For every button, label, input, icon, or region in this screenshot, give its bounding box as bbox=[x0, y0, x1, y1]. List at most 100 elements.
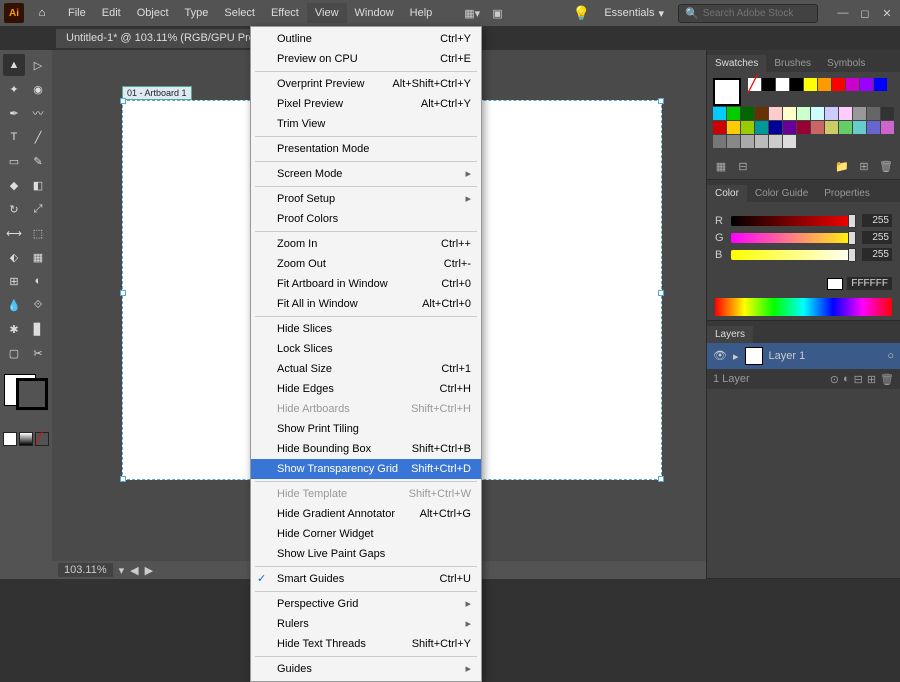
swatch-opts-icon[interactable]: ⊟ bbox=[735, 160, 751, 173]
g-value[interactable]: 255 bbox=[862, 231, 892, 244]
handle[interactable] bbox=[658, 290, 664, 296]
nav-next-icon[interactable]: ▶ bbox=[145, 564, 153, 577]
menu-item-proof-setup[interactable]: Proof Setup▸ bbox=[251, 189, 481, 209]
none-mode-icon[interactable]: ╱ bbox=[35, 432, 49, 446]
swatch[interactable] bbox=[769, 135, 782, 148]
swatch[interactable] bbox=[811, 121, 824, 134]
r-value[interactable]: 255 bbox=[862, 214, 892, 227]
swatch[interactable] bbox=[867, 107, 880, 120]
hex-value[interactable]: FFFFFF bbox=[847, 277, 892, 290]
curvature-tool[interactable]: 〰 bbox=[27, 102, 49, 124]
swatch[interactable] bbox=[811, 107, 824, 120]
swatch[interactable] bbox=[839, 121, 852, 134]
swatch[interactable] bbox=[818, 78, 831, 91]
nav-prev-icon[interactable]: ◀ bbox=[130, 564, 138, 577]
menu-item-show-print-tiling[interactable]: Show Print Tiling bbox=[251, 419, 481, 439]
layer-target-icon[interactable]: ○ bbox=[887, 350, 894, 362]
swatch[interactable] bbox=[846, 78, 859, 91]
swatch[interactable] bbox=[825, 121, 838, 134]
swatch[interactable] bbox=[741, 121, 754, 134]
swatch[interactable] bbox=[790, 78, 803, 91]
swatch[interactable] bbox=[797, 107, 810, 120]
visibility-icon[interactable]: 👁 bbox=[713, 349, 727, 363]
arrange-docs-icon[interactable]: ▦▾ bbox=[464, 7, 480, 20]
delete-swatch-icon[interactable]: 🗑 bbox=[878, 160, 894, 173]
artboard-tool[interactable]: ▢ bbox=[3, 342, 25, 364]
swatch[interactable] bbox=[853, 121, 866, 134]
registration-swatch[interactable] bbox=[762, 78, 775, 91]
menu-window[interactable]: Window bbox=[347, 3, 402, 23]
menu-item-pixel-preview[interactable]: Pixel PreviewAlt+Ctrl+Y bbox=[251, 94, 481, 114]
new-layer-icon[interactable]: ⊞ bbox=[867, 373, 876, 386]
swatch[interactable] bbox=[755, 121, 768, 134]
artboard-label[interactable]: 01 - Artboard 1 bbox=[122, 86, 192, 100]
graph-tool[interactable]: ▊ bbox=[27, 318, 49, 340]
pen-tool[interactable]: ✒ bbox=[3, 102, 25, 124]
swatch[interactable] bbox=[797, 121, 810, 134]
menu-item-lock-slices[interactable]: Lock Slices bbox=[251, 339, 481, 359]
swatch[interactable] bbox=[755, 107, 768, 120]
new-group-icon[interactable]: 📁 bbox=[834, 160, 850, 173]
zoom-level[interactable]: 103.11% bbox=[58, 563, 113, 577]
menu-item-show-live-paint-gaps[interactable]: Show Live Paint Gaps bbox=[251, 544, 481, 564]
swatch[interactable] bbox=[769, 121, 782, 134]
layer-expand-icon[interactable]: ▸ bbox=[733, 350, 739, 363]
tab-properties[interactable]: Properties bbox=[816, 185, 878, 202]
tab-brushes[interactable]: Brushes bbox=[766, 55, 819, 72]
menu-item-overprint-preview[interactable]: Overprint PreviewAlt+Shift+Ctrl+Y bbox=[251, 74, 481, 94]
menu-item-hide-corner-widget[interactable]: Hide Corner Widget bbox=[251, 524, 481, 544]
menu-item-actual-size[interactable]: Actual SizeCtrl+1 bbox=[251, 359, 481, 379]
selection-tool[interactable]: ▲ bbox=[3, 54, 25, 76]
search-box[interactable]: 🔍 bbox=[678, 4, 818, 23]
swatch[interactable] bbox=[825, 107, 838, 120]
g-slider[interactable] bbox=[731, 233, 856, 243]
handle[interactable] bbox=[120, 98, 126, 104]
menu-item-preview-on-cpu[interactable]: Preview on CPUCtrl+E bbox=[251, 49, 481, 69]
menu-item-show-transparency-grid[interactable]: Show Transparency GridShift+Ctrl+D bbox=[251, 459, 481, 479]
menu-item-screen-mode[interactable]: Screen Mode▸ bbox=[251, 164, 481, 184]
rectangle-tool[interactable]: ▭ bbox=[3, 150, 25, 172]
menu-item-rulers[interactable]: Rulers▸ bbox=[251, 614, 481, 634]
swatch[interactable] bbox=[755, 135, 768, 148]
new-swatch-icon[interactable]: ⊞ bbox=[856, 160, 872, 173]
perspective-tool[interactable]: ▦ bbox=[27, 246, 49, 268]
color-mode-icon[interactable] bbox=[3, 432, 17, 446]
b-slider[interactable] bbox=[731, 250, 856, 260]
minimize-button[interactable]: — bbox=[834, 4, 852, 22]
swatch[interactable] bbox=[713, 107, 726, 120]
swatch[interactable] bbox=[783, 135, 796, 148]
tab-symbols[interactable]: Symbols bbox=[819, 55, 873, 72]
maximize-button[interactable]: ◻ bbox=[856, 4, 874, 22]
menu-item-smart-guides[interactable]: ✓Smart GuidesCtrl+U bbox=[251, 569, 481, 589]
swatch[interactable] bbox=[881, 107, 894, 120]
close-button[interactable]: ✕ bbox=[878, 4, 896, 22]
zoom-dropdown-icon[interactable]: ▾ bbox=[119, 564, 125, 577]
menu-item-hide-text-threads[interactable]: Hide Text ThreadsShift+Ctrl+Y bbox=[251, 634, 481, 654]
eyedropper-tool[interactable]: 💧 bbox=[3, 294, 25, 316]
rotate-tool[interactable]: ↻ bbox=[3, 198, 25, 220]
menu-view[interactable]: View bbox=[307, 3, 347, 23]
swatch[interactable] bbox=[741, 135, 754, 148]
r-slider[interactable] bbox=[731, 216, 856, 226]
menu-file[interactable]: File bbox=[60, 3, 94, 23]
menu-item-hide-gradient-annotator[interactable]: Hide Gradient AnnotatorAlt+Ctrl+G bbox=[251, 504, 481, 524]
line-tool[interactable]: ╱ bbox=[27, 126, 49, 148]
menu-item-proof-colors[interactable]: Proof Colors bbox=[251, 209, 481, 229]
swatch[interactable] bbox=[853, 107, 866, 120]
swatch[interactable] bbox=[804, 78, 817, 91]
shaper-tool[interactable]: ◆ bbox=[3, 174, 25, 196]
menu-help[interactable]: Help bbox=[402, 3, 441, 23]
swatch[interactable] bbox=[881, 121, 894, 134]
mesh-tool[interactable]: ⊞ bbox=[3, 270, 25, 292]
current-swatch[interactable] bbox=[713, 78, 741, 106]
swatch[interactable] bbox=[776, 78, 789, 91]
layer-name[interactable]: Layer 1 bbox=[769, 350, 806, 362]
gradient-mode-icon[interactable] bbox=[19, 432, 33, 446]
blend-tool[interactable]: ⟐ bbox=[27, 294, 49, 316]
slice-tool[interactable]: ✂ bbox=[27, 342, 49, 364]
free-transform-tool[interactable]: ⬚ bbox=[27, 222, 49, 244]
gpu-icon[interactable]: ▣ bbox=[492, 7, 502, 20]
eraser-tool[interactable]: ◧ bbox=[27, 174, 49, 196]
menu-item-outline[interactable]: OutlineCtrl+Y bbox=[251, 29, 481, 49]
swatch[interactable] bbox=[783, 121, 796, 134]
